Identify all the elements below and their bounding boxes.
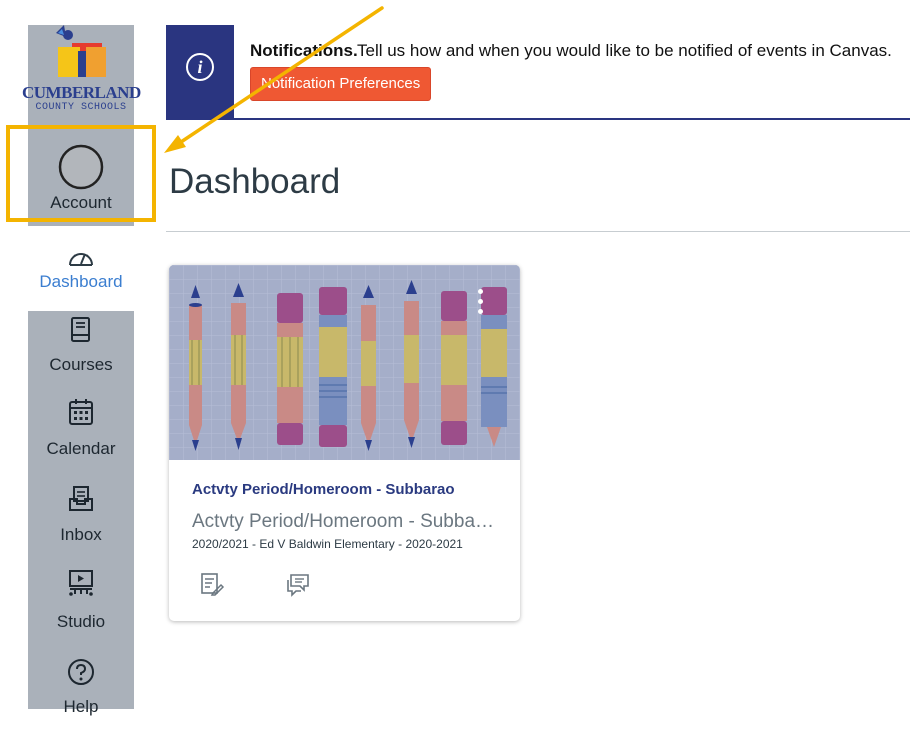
logo-graphic-icon <box>56 25 106 77</box>
banner-message: Tell us how and when you would like to b… <box>357 41 892 60</box>
nav-item-calendar[interactable]: Calendar <box>28 398 134 480</box>
course-title-link[interactable]: Actvty Period/Homeroom - Subbarao <box>192 481 497 498</box>
annotation-highlight-box <box>6 125 156 222</box>
nav-item-courses[interactable]: Courses <box>28 313 134 395</box>
course-card[interactable]: Actvty Period/Homeroom - Subbarao Actvty… <box>169 265 520 621</box>
nav-item-help[interactable]: Help <box>28 653 134 716</box>
nav-label-dashboard: Dashboard <box>39 272 123 291</box>
nav-label-help: Help <box>63 697 99 716</box>
course-card-image[interactable] <box>169 265 520 460</box>
logo-text-line1: CUMBERLAND <box>22 83 141 102</box>
nav-label-studio: Studio <box>56 612 106 631</box>
nav-item-studio[interactable]: Studio <box>28 569 134 651</box>
card-options-icon[interactable] <box>472 289 488 323</box>
info-icon: i <box>186 53 214 81</box>
studio-icon <box>69 570 93 596</box>
pencils-pattern-icon <box>169 265 520 460</box>
nav-label-courses: Courses <box>49 355 113 374</box>
nav-label-calendar: Calendar <box>46 439 116 458</box>
help-icon <box>68 659 94 685</box>
book-icon <box>71 317 90 342</box>
course-code: Actvty Period/Homeroom - Subbarao <box>192 511 497 532</box>
inbox-icon <box>69 486 93 511</box>
logo-text-line2: COUNTY SCHOOLS <box>35 102 127 113</box>
nav-label-inbox: Inbox <box>60 525 102 544</box>
banner-accent: i <box>166 25 234 118</box>
pencil-pointed <box>189 285 202 451</box>
page-title: Dashboard <box>169 162 341 201</box>
header-divider <box>166 231 910 232</box>
notification-banner: i Notifications. Tell us how and when yo… <box>166 25 910 120</box>
banner-title: Notifications. <box>250 41 358 60</box>
course-term: 2020/2021 - Ed V Baldwin Elementary - 20… <box>192 537 463 551</box>
calendar-icon <box>69 399 93 425</box>
speedometer-icon <box>69 253 93 266</box>
nav-item-dashboard[interactable]: Dashboard <box>28 226 134 311</box>
notification-preferences-button[interactable]: Notification Preferences <box>250 67 432 101</box>
school-logo[interactable]: CUMBERLAND COUNTY SCHOOLS <box>22 25 141 122</box>
discussions-icon[interactable] <box>285 571 311 597</box>
assignments-icon[interactable] <box>199 571 225 597</box>
nav-item-inbox[interactable]: Inbox <box>28 483 134 565</box>
